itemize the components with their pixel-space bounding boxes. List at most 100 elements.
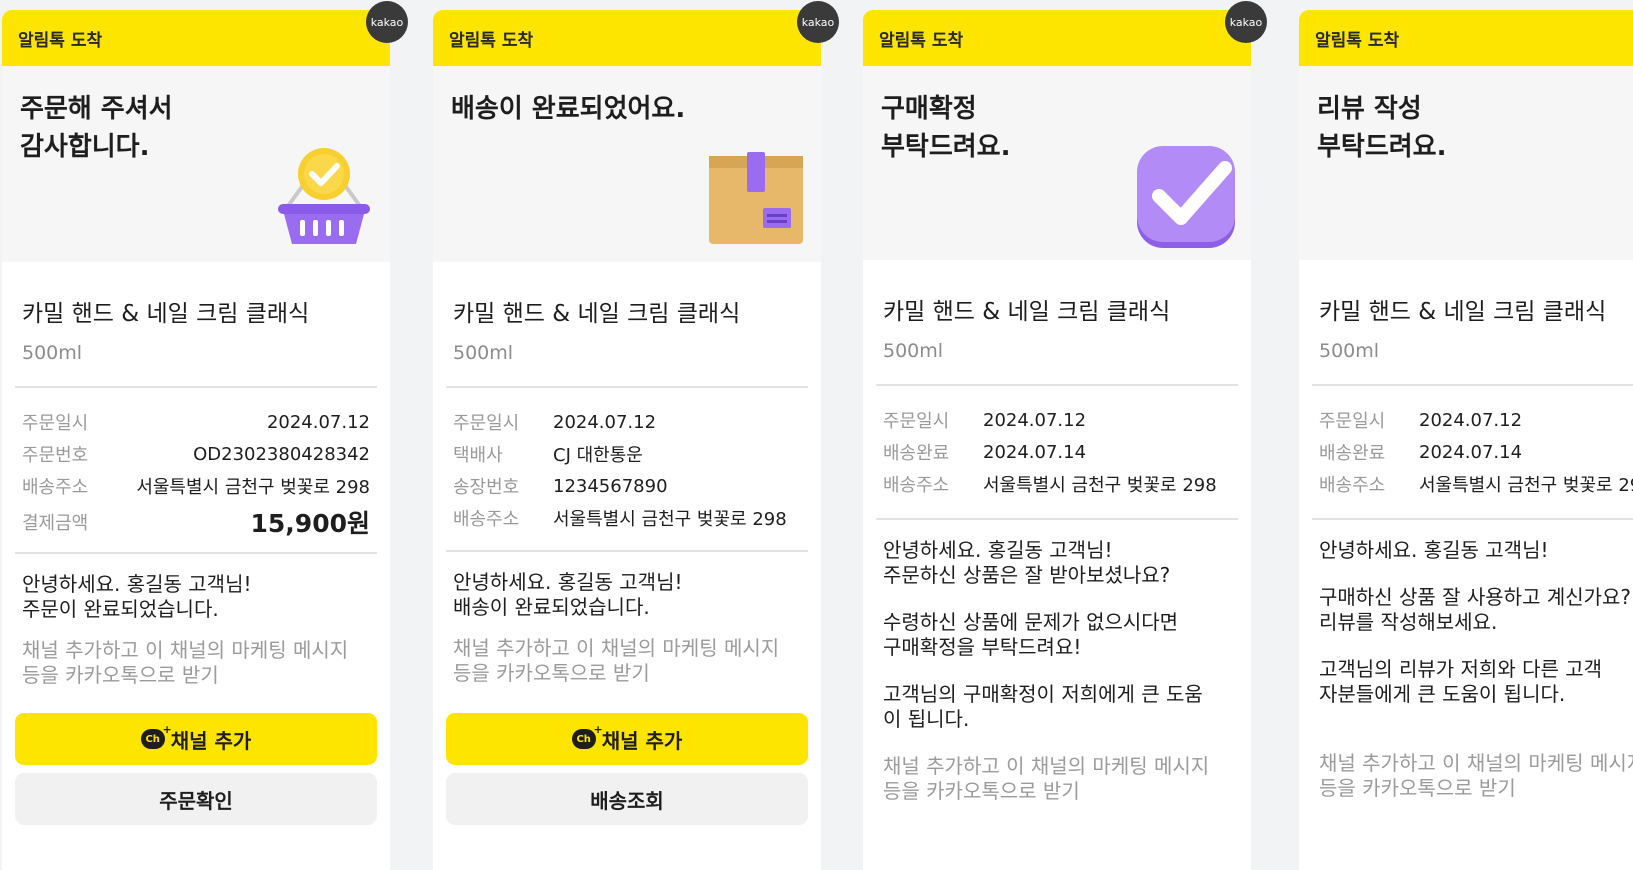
channel-note: 채널 추가하고 이 채널의 마케팅 메시지: [22, 638, 349, 662]
info-value: 서울특별시 금천구 벚꽃로 298: [553, 509, 787, 530]
info-row: 배송주소 서울특별시 금천구 벚꽃로 298: [453, 502, 801, 534]
info-label: 배송주소: [1319, 475, 1386, 496]
info-label: 택배사: [453, 445, 503, 466]
info-value: 2024.07.12: [266, 411, 370, 433]
info-label: 배송주소: [883, 475, 950, 496]
order-check-label: 주문확인: [159, 788, 233, 813]
product-info: 카밀 핸드 & 네일 크림 클래식 500ml: [1299, 260, 1633, 384]
product-name: 카밀 핸드 & 네일 크림 클래식: [1319, 299, 1607, 325]
kakao-badge: kakao: [797, 1, 839, 43]
card-hero: 리뷰 작성 부탁드려요.: [1299, 66, 1633, 260]
info-label: 주문번호: [22, 445, 89, 466]
checkbox-check-icon: [1137, 146, 1235, 248]
card-hero: 주문해 주셔서 감사합니다.: [2, 66, 390, 262]
info-value: CJ 대한통운: [553, 445, 643, 466]
message-text: 수령하신 상품에 문제가 없으시다면: [883, 610, 1179, 634]
info-value: 2024.07.14: [983, 441, 1087, 463]
info-row: 결제금액 15,900원: [22, 502, 370, 542]
product-name: 카밀 핸드 & 네일 크림 클래식: [22, 301, 310, 327]
info-label: 주문일시: [883, 411, 950, 432]
message-text: 고객님의 리뷰가 저희와 다른 고객: [1319, 657, 1603, 681]
info-label: 배송완료: [1319, 443, 1386, 464]
track-delivery-button[interactable]: 배송조회: [446, 773, 808, 825]
message-body: 안녕하세요. 홍길동 고객님! 주문하신 상품은 잘 받아보셨나요? 수령하신 …: [863, 520, 1251, 804]
info-label: 송장번호: [453, 477, 520, 498]
info-label: 주문일시: [453, 413, 520, 434]
add-channel-button[interactable]: Ch 채널 추가: [446, 713, 808, 765]
kakao-badge: kakao: [366, 1, 408, 43]
channel-note: 채널 추가하고 이 채널의 마케팅 메시지: [883, 754, 1210, 778]
info-value: OD2302380428342: [193, 443, 370, 465]
order-details: 주문일시 2024.07.12 배송완료 2024.07.14 배송주소 서울특…: [1299, 386, 1633, 510]
message-body: 안녕하세요. 홍길동 고객님! 구매하신 상품 잘 사용하고 계신가요? 리뷰를…: [1299, 520, 1633, 801]
product-option: 500ml: [883, 340, 944, 362]
info-label: 배송주소: [453, 509, 520, 530]
card-hero: 배송이 완료되었어요.: [433, 66, 821, 262]
card-title: 주문해 주셔서 감사합니다.: [20, 94, 173, 162]
card-header: 알림톡 도착: [433, 10, 821, 66]
info-value: 1234567890: [553, 475, 668, 497]
info-row: 배송완료 2024.07.14: [883, 436, 1231, 468]
product-info: 카밀 핸드 & 네일 크림 클래식 500ml: [433, 262, 821, 386]
card-title: 구매확정 부탁드려요.: [881, 94, 1011, 162]
channel-note: 등을 카카오톡으로 받기: [22, 663, 219, 687]
order-details: 주문일시 2024.07.12 배송완료 2024.07.14 배송주소 서울특…: [863, 386, 1251, 510]
message-text: 구매확정을 부탁드려요!: [883, 635, 1082, 659]
greeting: 안녕하세요. 홍길동 고객님!: [453, 570, 683, 594]
channel-note: 등을 카카오톡으로 받기: [453, 661, 650, 685]
info-value: 서울특별시 금천구 벚꽃로 298: [983, 475, 1217, 496]
info-row: 배송주소 서울특별시 금천구 벚꽃로 298: [22, 470, 370, 502]
message-text: 주문하신 상품은 잘 받아보셨나요?: [883, 563, 1171, 587]
message-text: 자분들에게 큰 도움이 됩니다.: [1319, 682, 1566, 706]
info-label: 결제금액: [22, 513, 89, 534]
product-name: 카밀 핸드 & 네일 크림 클래식: [453, 301, 741, 327]
kakao-badge: kakao: [1225, 1, 1267, 43]
payment-amount: 15,900원: [250, 509, 370, 538]
product-info: 카밀 핸드 & 네일 크림 클래식 500ml: [863, 260, 1251, 384]
channel-note: 등을 카카오톡으로 받기: [883, 779, 1080, 803]
message-text: 구매하신 상품 잘 사용하고 계신가요?: [1319, 585, 1632, 609]
product-name: 카밀 핸드 & 네일 크림 클래식: [883, 299, 1171, 325]
card-header: 알림톡 도착: [2, 10, 390, 66]
message-text: 배송이 완료되었습니다.: [453, 595, 650, 619]
add-channel-button[interactable]: Ch 채널 추가: [15, 713, 377, 765]
product-info: 카밀 핸드 & 네일 크림 클래식 500ml: [2, 262, 390, 386]
info-row: 주문일시 2024.07.12: [453, 406, 801, 438]
add-channel-label: 채널 추가: [601, 728, 683, 753]
delivery-details: 주문일시 2024.07.12 택배사 CJ 대한통운 송장번호 1234567…: [433, 388, 821, 544]
info-row: 배송주소 서울특별시 금천구 벚꽃로 298: [1319, 468, 1633, 500]
message-text: 주문이 완료되었습니다.: [22, 597, 219, 621]
info-value: 2024.07.12: [1419, 409, 1523, 431]
info-row: 주문일시 2024.07.12: [22, 406, 370, 438]
message-text: 이 됩니다.: [883, 707, 970, 731]
info-value: 서울특별시 금천구 벚꽃로 298: [1419, 475, 1633, 496]
message-text: 고객님의 구매확정이 저희에게 큰 도움: [883, 682, 1203, 706]
channel-note: 채널 추가하고 이 채널의 마케팅 메시지: [1319, 751, 1633, 775]
channel-note: 등을 카카오톡으로 받기: [1319, 776, 1516, 800]
info-label: 주문일시: [22, 413, 89, 434]
greeting: 안녕하세요. 홍길동 고객님!: [1319, 538, 1549, 562]
info-value: 2024.07.12: [553, 411, 657, 433]
info-row: 주문일시 2024.07.12: [883, 404, 1231, 436]
info-value: 2024.07.14: [1419, 441, 1523, 463]
card-title: 배송이 완료되었어요.: [451, 94, 686, 124]
info-row: 주문일시 2024.07.12: [1319, 404, 1613, 436]
greeting: 안녕하세요. 홍길동 고객님!: [883, 538, 1113, 562]
order-check-button[interactable]: 주문확인: [15, 773, 377, 825]
info-row: 택배사 CJ 대한통운: [453, 438, 801, 470]
info-label: 주문일시: [1319, 411, 1386, 432]
card-header: 알림톡 도착: [863, 10, 1251, 66]
card-hero: 구매확정 부탁드려요.: [863, 66, 1251, 260]
info-value: 2024.07.12: [983, 409, 1087, 431]
info-label: 배송주소: [22, 477, 89, 498]
info-label: 배송완료: [883, 443, 950, 464]
info-row: 송장번호 1234567890: [453, 470, 801, 502]
track-delivery-label: 배송조회: [590, 788, 664, 813]
kakao-channel-icon: Ch: [140, 723, 172, 749]
alimtalk-card-purchase-confirm: 알림톡 도착 구매확정 부탁드려요. 카밀 핸드 & 네일 크림 클래식 500…: [863, 10, 1251, 870]
message-text: 리뷰를 작성해보세요.: [1319, 610, 1498, 634]
message-body: 안녕하세요. 홍길동 고객님! 주문이 완료되었습니다. 채널 추가하고 이 채…: [2, 554, 390, 688]
add-channel-label: 채널 추가: [170, 728, 252, 753]
alimtalk-card-order: 알림톡 도착 주문해 주셔서 감사합니다. 카밀 핸드 & 네일 크림 클래식 …: [2, 10, 390, 870]
message-body: 안녕하세요. 홍길동 고객님! 배송이 완료되었습니다. 채널 추가하고 이 채…: [433, 552, 821, 686]
